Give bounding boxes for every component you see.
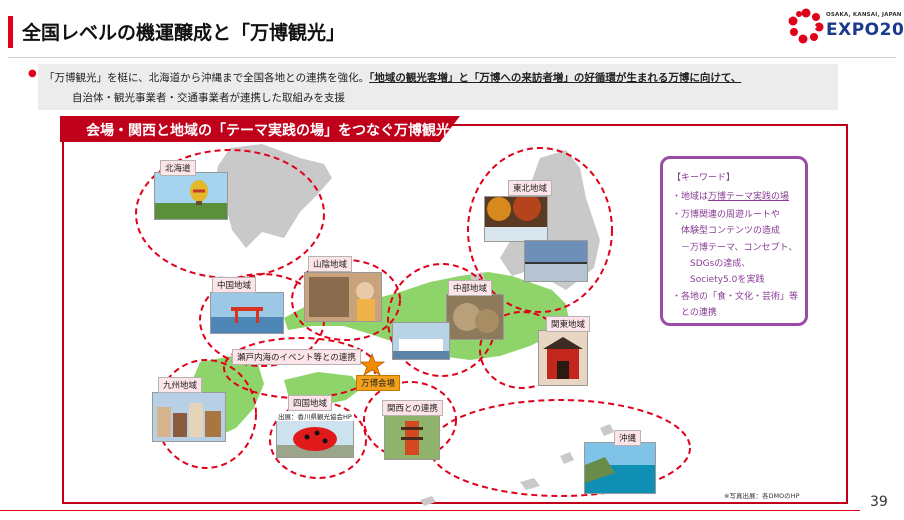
okinawa-islands-4	[420, 496, 436, 506]
label-okinawa: 沖縄	[614, 430, 642, 446]
okinawa-islands-1	[520, 478, 540, 490]
keyword-item-3a: －万博テーマ、コンセプト、	[672, 243, 798, 253]
page-number: 39	[870, 494, 888, 510]
okinawa-islands-2	[560, 452, 574, 464]
keyword-item-2b: 体験型コンテンツの造成	[672, 226, 781, 236]
kansai-photo	[384, 414, 440, 460]
label-chubu: 中部地域	[448, 280, 493, 296]
label-venue: 万博会場	[356, 375, 401, 391]
shikoku-photo-source: 出展：香川県観光協会HP	[276, 411, 354, 421]
keyword-item-4b: との連携	[672, 308, 717, 318]
tohoku-photo-1	[484, 196, 548, 242]
okinawa-islands-3	[600, 424, 614, 436]
photo-source-note: ※写真出展：各DMOのHP	[724, 492, 800, 500]
keyword-item-2a: ・万博関連の周遊ルートや	[672, 210, 781, 220]
label-kyushu: 九州地域	[158, 377, 203, 393]
keyword-item-1: ・地域は万博テーマ実践の場	[672, 189, 789, 202]
label-shikoku: 四国地域	[288, 395, 333, 411]
chubu-photo-1	[446, 294, 504, 340]
sanin-photo	[304, 272, 382, 322]
keyword-item-1-pre: ・地域は	[672, 192, 709, 202]
label-kansai: 関西との連携	[382, 400, 443, 416]
keyword-item-4a: ・各地の「食・文化・芸術」等	[672, 292, 799, 302]
label-kanto: 関東地域	[546, 316, 591, 332]
keyword-item-1-emphasis: 万博テーマ実践の場	[708, 192, 790, 202]
label-chugoku: 中国地域	[212, 277, 257, 293]
hokkaido-photo	[154, 172, 228, 220]
okinawa-photo	[584, 442, 656, 494]
label-sanin: 山陰地域	[308, 256, 353, 272]
kyushu-photo	[152, 392, 226, 442]
label-hokkaido: 北海道	[160, 160, 196, 176]
chugoku-photo	[210, 292, 284, 334]
tohoku-photo-2	[524, 240, 588, 282]
keyword-item-3b: SDGsの達成、	[672, 259, 751, 269]
keyword-item-3c: Society5.0を実践	[672, 275, 765, 285]
footer-divider	[0, 510, 860, 511]
label-tohoku: 東北地域	[508, 180, 553, 196]
shikoku-photo	[276, 416, 354, 458]
chubu-photo-2	[392, 322, 450, 360]
label-setouchi: 瀬戸内海のイベント等との連携	[232, 349, 361, 365]
keyword-heading: 【キーワード】	[672, 173, 736, 183]
hokkaido-shape	[214, 144, 332, 248]
kanto-photo	[538, 330, 588, 386]
venue-star-icon	[358, 352, 386, 376]
